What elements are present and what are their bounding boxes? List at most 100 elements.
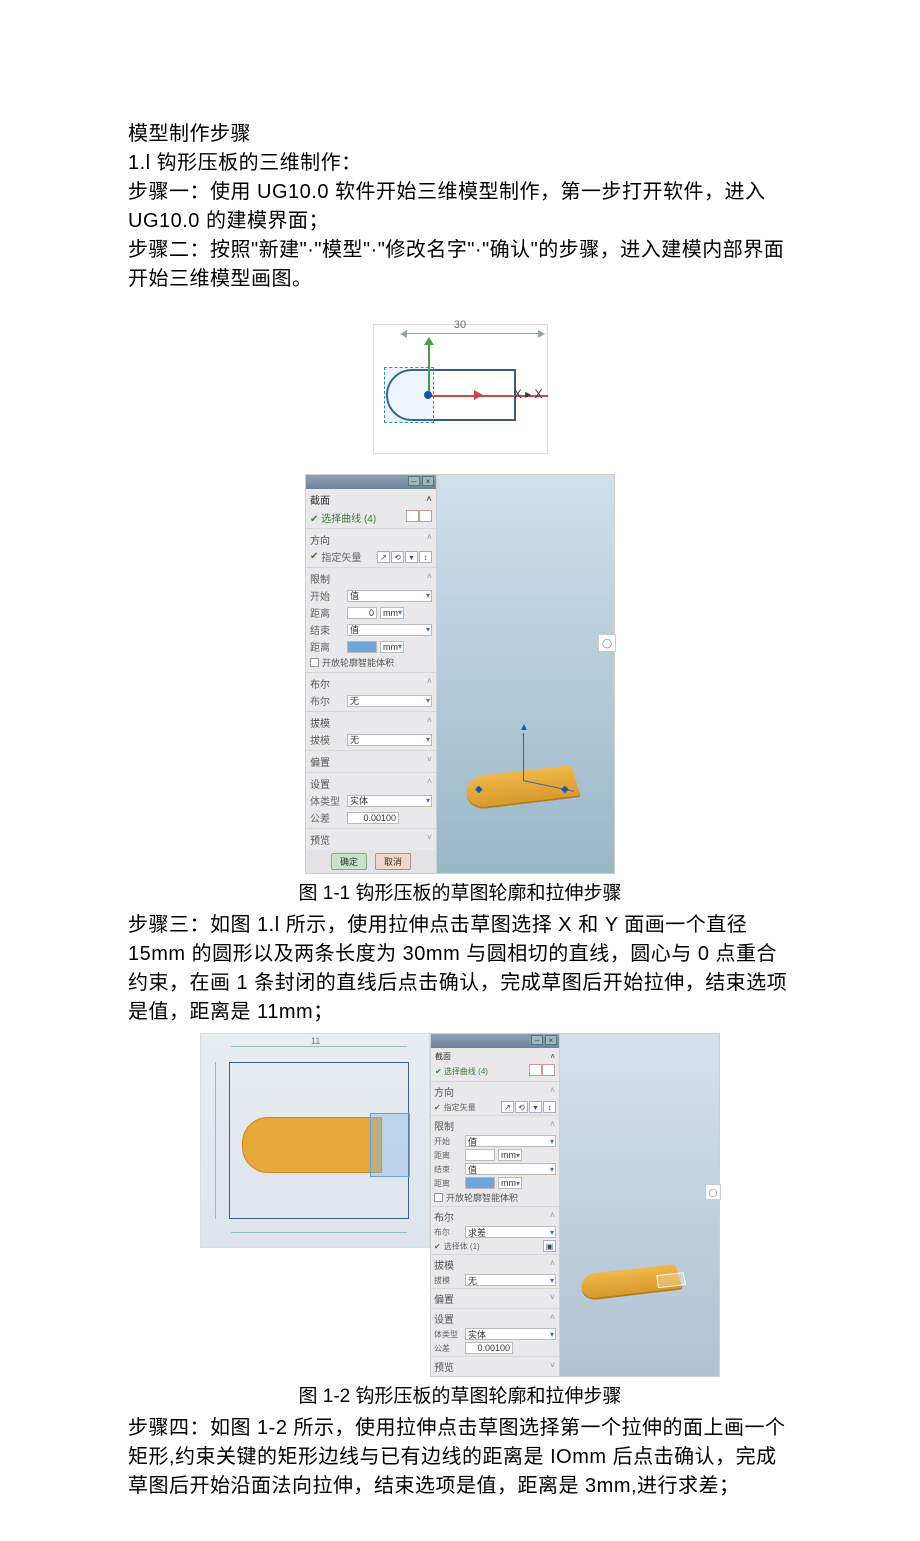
- unit-select[interactable]: mm▾: [380, 607, 404, 619]
- dropdown-icon: ▾: [398, 608, 403, 617]
- spec-vector-label: 指定矢量: [321, 549, 374, 564]
- end-select-2[interactable]: 值▾: [465, 1163, 556, 1175]
- limits-label-2: 限制: [434, 1122, 454, 1133]
- view-tool-icon[interactable]: ◯: [598, 634, 616, 652]
- chevron-up-icon[interactable]: ˄: [550, 1119, 555, 1129]
- panel2-boolean: 布尔˄ 布尔 求差▾ ✔ 选择体 (1) ▣: [431, 1206, 559, 1254]
- chevron-down-icon[interactable]: ˅: [550, 1360, 555, 1370]
- x-label-2: X: [534, 387, 542, 401]
- extrude-3d-preview: ▲ ◆ ◆ ◯: [437, 474, 615, 874]
- unit-text: mm: [383, 608, 398, 618]
- min-icon[interactable]: –: [408, 476, 420, 486]
- tolerance-input[interactable]: 0.00100: [347, 812, 399, 824]
- dim-line-top: [231, 1046, 407, 1047]
- draft-select-2[interactable]: 无▾: [465, 1274, 556, 1286]
- direction-label: 方向: [310, 536, 330, 547]
- bool-select-2[interactable]: 求差▾: [465, 1226, 556, 1238]
- curve-tool-icons[interactable]: [406, 510, 432, 525]
- draft-none-text: 无: [350, 733, 359, 746]
- start-select[interactable]: 值▾: [347, 590, 432, 602]
- chevron-down-icon[interactable]: ˅: [427, 832, 432, 842]
- extrude-panel: – × 截面 ˄ ✔ 选择曲线 (4) 方向˄ ✔ 指定矢量 ↗⟲▾↕: [305, 474, 437, 874]
- step-2: 步骤二：按照"新建"·"模型"·"修改名字"·"确认"的步骤，进入建模内部界面开…: [128, 236, 792, 294]
- min-icon[interactable]: –: [531, 1035, 543, 1045]
- body-icon[interactable]: ▣: [543, 1240, 556, 1252]
- body-type-2: 体类型: [434, 1329, 462, 1340]
- end-select[interactable]: 值▾: [347, 624, 432, 636]
- body-type-select[interactable]: 实体▾: [347, 795, 432, 807]
- panel-settings: 设置˄ 体类型 实体▾ 公差 0.00100: [306, 772, 436, 828]
- subtract-rect: [370, 1113, 410, 1177]
- close-icon[interactable]: ×: [422, 476, 434, 486]
- dim-line-left: [215, 1062, 216, 1219]
- heading: 模型制作步骤: [128, 120, 792, 149]
- body-type-select-2[interactable]: 实体▾: [465, 1328, 556, 1340]
- panel-offset: 偏置˅: [306, 750, 436, 772]
- drag-handle-icon[interactable]: ◆: [475, 784, 483, 795]
- chevron-up-icon[interactable]: ˄: [550, 1312, 555, 1322]
- chevron-up-icon[interactable]: ˄: [427, 715, 432, 725]
- panel-direction: 方向˄ ✔ 指定矢量 ↗⟲▾↕: [306, 528, 436, 567]
- unit-3[interactable]: mm▾: [498, 1149, 522, 1161]
- unit-4[interactable]: mm▾: [498, 1177, 522, 1189]
- chevron-up-icon[interactable]: ˄: [550, 1085, 555, 1095]
- chevron-up-icon[interactable]: ˄: [427, 676, 432, 686]
- vector-icons[interactable]: ↗⟲▾↕: [377, 551, 432, 563]
- select-curve-label[interactable]: ✔ 选择曲线 (4): [310, 510, 376, 525]
- outer-rect: [229, 1062, 409, 1219]
- end-distance-input[interactable]: [347, 641, 377, 653]
- start-distance-input[interactable]: 0: [347, 607, 377, 619]
- open-profile-checkbox[interactable]: 开放轮廓智能体积: [310, 656, 432, 669]
- close-icon[interactable]: ×: [545, 1035, 557, 1045]
- chevron-up-icon[interactable]: ˄: [427, 571, 432, 581]
- draft-field-2: 拔模: [434, 1275, 462, 1286]
- curve-icons-2[interactable]: [529, 1064, 555, 1078]
- start-dist-input-2[interactable]: [465, 1149, 495, 1161]
- ok-button[interactable]: 确定: [331, 853, 367, 870]
- end-dist-input-2[interactable]: [465, 1177, 495, 1189]
- panel-titlebar: – ×: [306, 475, 436, 489]
- bool-field-label: 布尔: [310, 693, 344, 708]
- select-curve-2[interactable]: ✔ 选择曲线 (4): [435, 1066, 488, 1077]
- draft-label-2: 拔模: [434, 1261, 454, 1272]
- chevron-up-icon[interactable]: ˄: [550, 1052, 555, 1061]
- tol-input-2[interactable]: 0.00100: [465, 1342, 513, 1354]
- view-tool-icon[interactable]: ◯: [705, 1184, 721, 1200]
- body-type-label: 体类型: [310, 793, 344, 808]
- open-chk-2[interactable]: 开放轮廓智能体积: [434, 1191, 556, 1204]
- panel-section-section: 截面 ˄ ✔ 选择曲线 (4): [306, 489, 436, 528]
- drag-handle-icon[interactable]: ▲: [519, 722, 529, 733]
- chevron-up-icon[interactable]: ˄: [550, 1258, 555, 1268]
- axis-z-line: [523, 733, 524, 781]
- x-label-1: X: [514, 387, 522, 401]
- chevron-down-icon[interactable]: ˅: [427, 754, 432, 764]
- dropdown-icon: ▾: [426, 796, 431, 805]
- cancel-button[interactable]: 取消: [375, 853, 411, 870]
- unit-text-2: mm: [383, 642, 398, 652]
- panel2-settings: 设置˄ 体类型 实体▾ 公差 0.00100: [431, 1308, 559, 1356]
- dist-label-1: 距离: [310, 605, 344, 620]
- dir-label-2: 方向: [434, 1088, 454, 1099]
- check-icon: ✔: [434, 1242, 441, 1251]
- chevron-up-icon[interactable]: ˄: [550, 1210, 555, 1220]
- chevron-up-icon[interactable]: ˄: [426, 494, 432, 505]
- boolean-label: 布尔: [310, 680, 330, 691]
- chevron-up-icon[interactable]: ˄: [427, 776, 432, 786]
- select-curve-text-2: 选择曲线 (4): [444, 1067, 488, 1076]
- axis-x-arrow-icon: [474, 390, 483, 400]
- end-label: 结束: [310, 622, 344, 637]
- panel2-direction: 方向˄ ✔ 指定矢量 ↗⟲▾↕: [431, 1081, 559, 1115]
- start-value: 值: [350, 589, 359, 602]
- drag-handle-icon[interactable]: ◆: [561, 784, 569, 795]
- dropdown-icon: ▾: [426, 625, 431, 634]
- vec-icons-2[interactable]: ↗⟲▾↕: [501, 1101, 556, 1113]
- unit-select-2[interactable]: mm▾: [380, 641, 404, 653]
- start-select-2[interactable]: 值▾: [465, 1135, 556, 1147]
- boolean-select[interactable]: 无▾: [347, 695, 432, 707]
- draft-select[interactable]: 无▾: [347, 734, 432, 746]
- chevron-up-icon[interactable]: ˄: [427, 532, 432, 542]
- panel-titlebar-2: – ×: [431, 1034, 559, 1048]
- sketch-thumbnail: 30 X ▸ X: [373, 324, 548, 454]
- panel2-draft: 拔模 ˄ 拔模 无▾: [431, 1254, 559, 1288]
- draft-field-label: 拔模: [310, 732, 344, 747]
